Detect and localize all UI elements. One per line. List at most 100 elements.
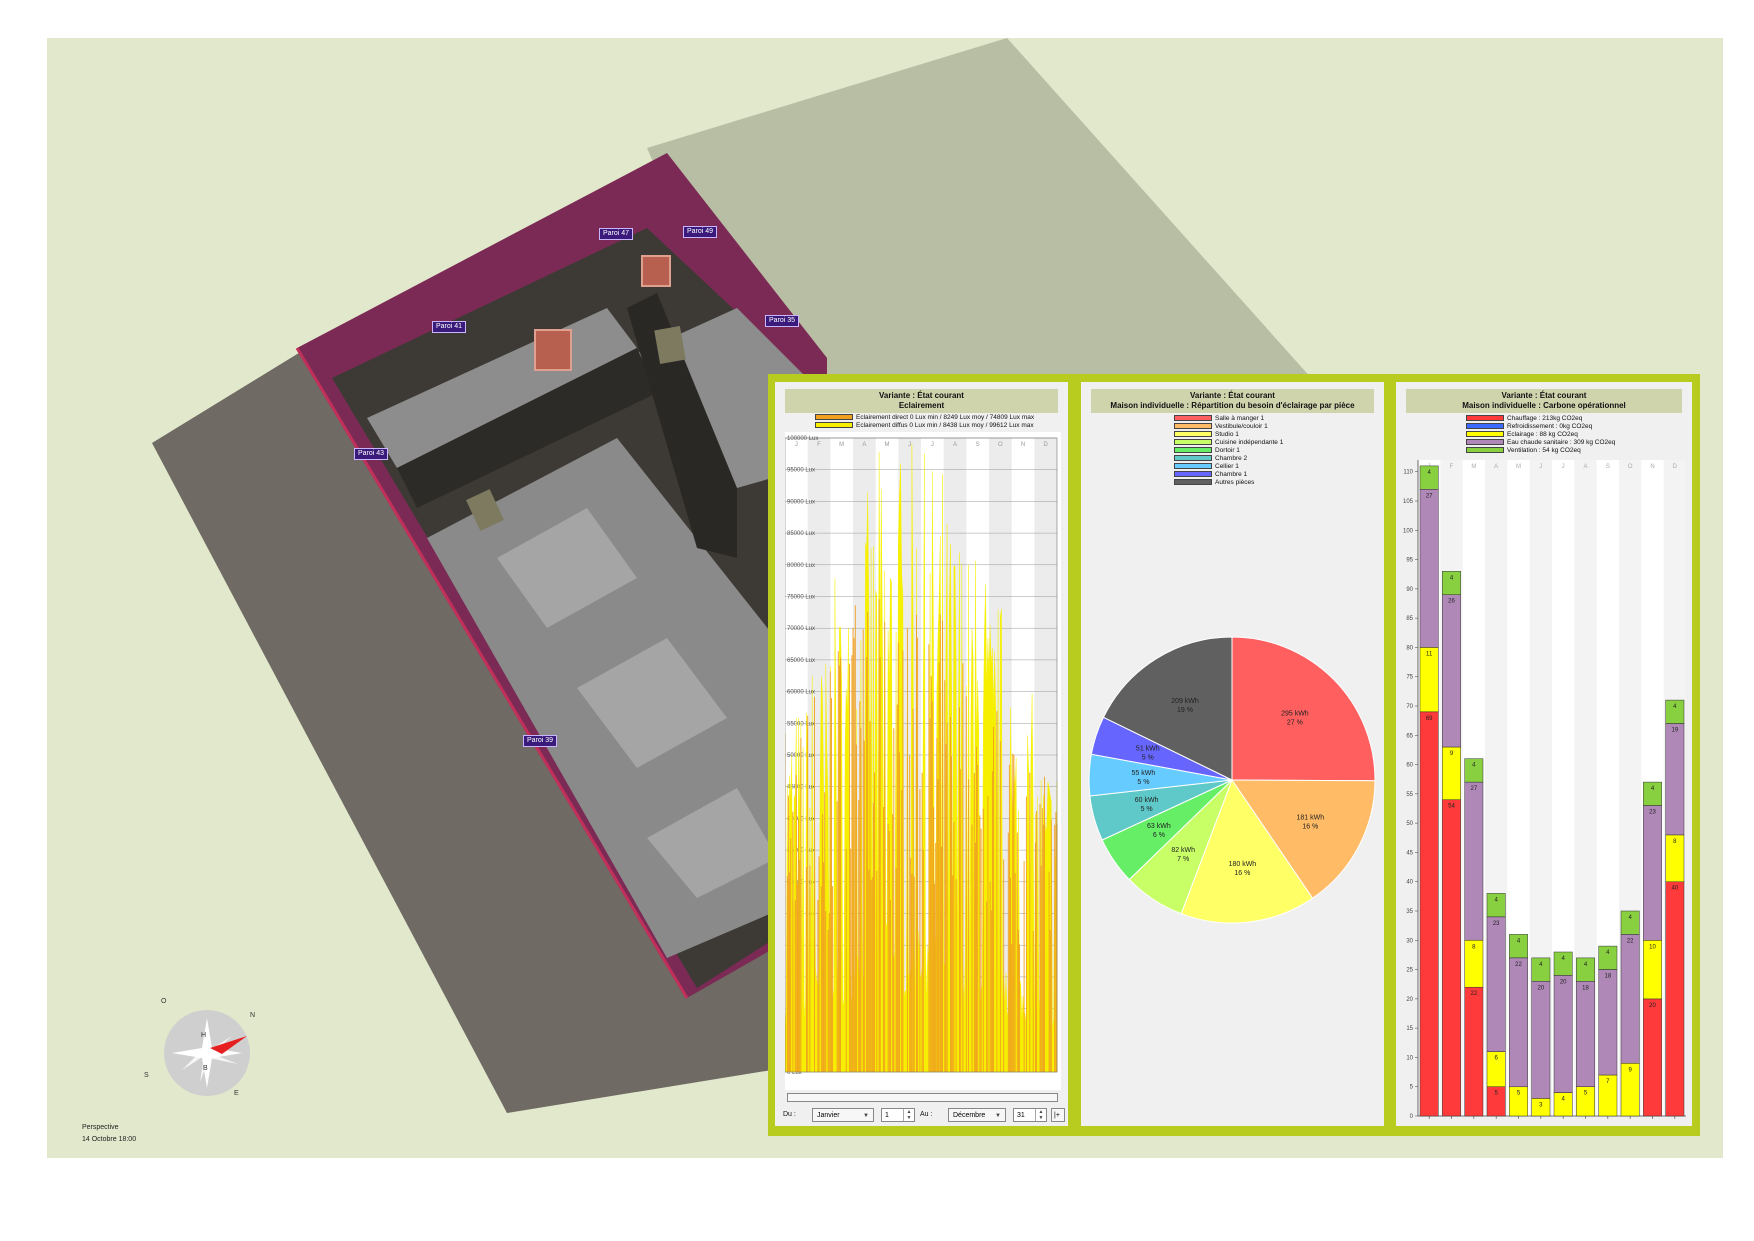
compass-o: O — [161, 998, 167, 1005]
pie-panel-subtitle: Maison individuelle : Répartition du bes… — [1110, 401, 1355, 410]
pie-legend-item: Vestibule/couloir 1 — [1174, 423, 1283, 431]
x-tick-label: A — [1494, 464, 1498, 470]
pie-legend-label: Studio 1 — [1215, 431, 1239, 438]
pie-slice-percent-label: 27 % — [1287, 720, 1303, 727]
x-tick-label: N — [1650, 464, 1654, 470]
y-tick-label: 45 — [1406, 850, 1413, 856]
carbon-legend-item: Refroidissement : 0kg CO2eq — [1466, 423, 1615, 431]
legend-direct-label: Eclairement direct 0 Lux min / 8249 Lux … — [856, 414, 1035, 421]
pie-chart[interactable]: 295 kWh 27 % 181 kWh 16 % 180 kWh 16 % 82 kWh 7… — [1081, 632, 1384, 932]
pie-legend-swatch — [1174, 455, 1212, 462]
bar-segment-label: 18 — [1582, 985, 1589, 991]
carbon-chart[interactable]: JFMAMJJASOND0510152025303540455055606570… — [1396, 452, 1692, 1122]
lighting-scrollbar[interactable] — [787, 1093, 1058, 1102]
lighting-chart[interactable]: 0 Lux5000 Lux10000 Lux15000 Lux20000 Lux… — [785, 432, 1061, 1090]
wall-tag-35[interactable]: Paroi 35 — [765, 315, 800, 327]
carbon-legend-item: Chauffage : 213kg CO2eq — [1466, 415, 1615, 423]
bar-segment-label: 20 — [1649, 1003, 1656, 1009]
bar-segment-label: 27 — [1470, 786, 1477, 792]
bar-segment-label: 69 — [1426, 716, 1433, 722]
y-tick-label: 100 — [1403, 528, 1414, 534]
lighting-panel-subtitle: Eclairement — [898, 401, 945, 410]
y-tick-label: 105 — [1403, 499, 1414, 505]
compass-widget[interactable]: O N S E H B — [144, 998, 262, 1108]
carbon-legend-label: Refroidissement : 0kg CO2eq — [1507, 423, 1593, 430]
stacked-bar-segment — [1419, 489, 1439, 648]
compass-rose-icon — [164, 1010, 250, 1096]
wall-tag-43[interactable]: Paroi 43 — [354, 448, 389, 460]
y-tick-label: 75000 Lux — [787, 595, 815, 601]
pie-legend-swatch — [1174, 471, 1212, 478]
x-tick-label: F — [1450, 464, 1454, 470]
pie-legend-swatch — [1174, 447, 1212, 454]
x-tick-label: M — [839, 442, 844, 448]
x-tick-label: N — [1021, 442, 1025, 448]
pie-legend-item: Cuisine indépendante 1 — [1174, 439, 1283, 447]
pie-slice-value-label: 51 kWh — [1136, 745, 1160, 752]
x-tick-label: A — [1583, 464, 1587, 470]
bar-segment-label: 40 — [1671, 886, 1678, 892]
y-tick-label: 10 — [1406, 1055, 1413, 1061]
pie-legend: Salle à manger 1 Vestibule/couloir 1 Studi… — [1174, 415, 1283, 487]
y-tick-label: 60000 Lux — [787, 690, 815, 696]
spin-arrows-icon[interactable]: ▲ ▼ — [1035, 1109, 1046, 1121]
pie-legend-item: Cellier 1 — [1174, 463, 1283, 471]
pie-legend-swatch — [1174, 479, 1212, 486]
x-tick-label: F — [817, 442, 821, 448]
legend-direct-swatch — [815, 414, 853, 421]
carbon-panel-header: Variante : État courant Maison individue… — [1406, 389, 1682, 413]
to-day-value: 31 — [1017, 1112, 1025, 1119]
stacked-bar-segment — [1553, 975, 1573, 1093]
y-tick-label: 110 — [1403, 470, 1413, 476]
y-tick-label: 65 — [1406, 733, 1413, 739]
pie-legend-swatch — [1174, 439, 1212, 446]
pie-legend-swatch — [1174, 463, 1212, 470]
from-month-select[interactable]: Janvier ▼ — [812, 1108, 874, 1122]
spin-arrows-icon[interactable]: ▲ ▼ — [903, 1109, 914, 1121]
results-panels: Variante : État courant Eclairement Ecla… — [768, 374, 1700, 1136]
stacked-bar-segment — [1442, 799, 1461, 1117]
bar-segment-label: 23 — [1649, 810, 1656, 816]
window-1 — [534, 329, 572, 371]
wall-tag-41[interactable]: Paroi 41 — [432, 321, 467, 333]
carbon-legend-swatch — [1466, 415, 1504, 422]
bar-segment-label: 26 — [1448, 599, 1455, 605]
pie-panel-header: Variante : État courant Maison individue… — [1091, 389, 1374, 413]
y-tick-label: 70000 Lux — [787, 626, 815, 632]
y-tick-label: 85 — [1406, 616, 1413, 622]
wall-tag-39[interactable]: Paroi 39 — [523, 735, 558, 747]
carbon-panel: Variante : État courant Maison individue… — [1396, 382, 1692, 1126]
pie-legend-item: Studio 1 — [1174, 431, 1283, 439]
pie-panel: Variante : État courant Maison individue… — [1081, 382, 1384, 1126]
x-tick-label: M — [1471, 464, 1476, 470]
pie-legend-label: Salle à manger 1 — [1215, 415, 1265, 422]
bar-segment-label: 27 — [1426, 493, 1433, 499]
from-day-spinner[interactable]: 1 ▲ ▼ — [881, 1108, 915, 1122]
to-month-select[interactable]: Décembre ▼ — [948, 1108, 1006, 1122]
stacked-bar-segment — [1620, 934, 1640, 1064]
pie-legend-label: Vestibule/couloir 1 — [1215, 423, 1268, 430]
y-tick-label: 90 — [1406, 587, 1413, 593]
y-tick-label: 95 — [1406, 558, 1413, 564]
stacked-bar-segment — [1442, 594, 1461, 748]
legend-direct: Eclairement direct 0 Lux min / 8249 Lux … — [815, 414, 1034, 422]
x-tick-label: O — [1628, 464, 1633, 470]
stacked-bar-segment — [1643, 805, 1662, 941]
y-tick-label: 5 — [1410, 1085, 1414, 1091]
pie-slice-percent-label: 16 % — [1234, 870, 1250, 877]
pie-legend-swatch — [1174, 423, 1212, 430]
pie-slice-percent-label: 5 % — [1137, 779, 1149, 786]
x-tick-label: O — [998, 442, 1003, 448]
x-tick-label: D — [1673, 464, 1678, 470]
to-day-spinner[interactable]: 31 ▲ ▼ — [1013, 1108, 1047, 1122]
bar-segment-label: 22 — [1515, 962, 1522, 968]
wall-tag-49[interactable]: Paroi 49 — [683, 226, 718, 238]
wall-tag-47[interactable]: Paroi 47 — [599, 228, 634, 240]
view-datetime-label: 14 Octobre 18:00 — [82, 1136, 137, 1143]
y-tick-label: 0 — [1410, 1114, 1414, 1120]
carbon-legend-label: Eau chaude sanitaire : 309 kg CO2eq — [1507, 439, 1616, 446]
stacked-bar-segment — [1464, 781, 1484, 941]
pie-legend-item: Chambre 2 — [1174, 455, 1283, 463]
compass-h: H — [201, 1032, 207, 1039]
toolbar-button[interactable]: |+ — [1051, 1108, 1065, 1122]
